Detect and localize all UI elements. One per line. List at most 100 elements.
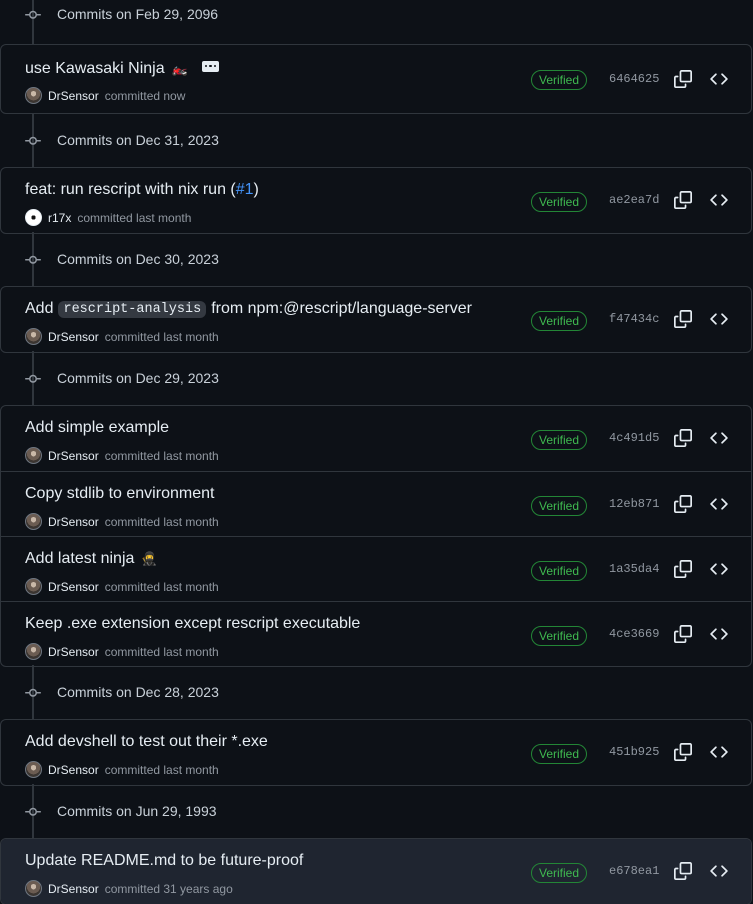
ellipsis-icon[interactable] bbox=[201, 60, 219, 72]
code-icon[interactable] bbox=[710, 743, 728, 761]
copy-icon[interactable] bbox=[674, 429, 692, 447]
commit-sha[interactable]: e678ea1 bbox=[609, 864, 659, 878]
commit-row: Add latest ninja 🥷 DrSensor committed la… bbox=[1, 536, 751, 601]
commit-title-link[interactable]: Add devshell to test out their *.exe bbox=[25, 733, 268, 751]
commit-time: committed last month bbox=[104, 579, 219, 594]
verified-badge[interactable]: Verified bbox=[531, 744, 588, 764]
commit-title-link[interactable]: Keep .exe extension except rescript exec… bbox=[25, 615, 360, 633]
commit-title-link[interactable]: Add simple example bbox=[25, 419, 169, 437]
commit-row: Copy stdlib to environment DrSensor comm… bbox=[1, 471, 751, 536]
commit-title-link[interactable]: Update README.md to be future-proof bbox=[25, 852, 303, 870]
inline-code: rescript-analysis bbox=[58, 300, 207, 318]
commit-time: committed 31 years ago bbox=[104, 881, 233, 896]
avatar[interactable] bbox=[25, 447, 42, 464]
avatar[interactable] bbox=[25, 87, 42, 104]
avatar[interactable] bbox=[25, 643, 42, 660]
commit-title: Add rescript-analysis from npm:@rescript… bbox=[25, 300, 472, 318]
commit-author[interactable]: DrSensor bbox=[48, 763, 99, 777]
copy-icon[interactable] bbox=[674, 495, 692, 513]
copy-icon[interactable] bbox=[674, 743, 692, 761]
verified-badge[interactable]: Verified bbox=[531, 430, 588, 450]
commit-meta: DrSensor committed 31 years ago bbox=[25, 880, 233, 897]
copy-icon[interactable] bbox=[674, 862, 692, 880]
date-group-label: Commits on Dec 28, 2023 bbox=[57, 684, 219, 700]
commit-meta: DrSensor committed last month bbox=[25, 513, 219, 530]
commit-title-link[interactable]: use Kawasaki Ninja bbox=[25, 60, 165, 78]
commit-meta: DrSensor committed last month bbox=[25, 447, 219, 464]
commit-meta: r17x committed last month bbox=[25, 209, 191, 226]
commit-sha[interactable]: 6464625 bbox=[609, 72, 659, 86]
code-icon[interactable] bbox=[710, 495, 728, 513]
commit-sha[interactable]: 4ce3669 bbox=[609, 627, 659, 641]
avatar[interactable] bbox=[25, 209, 42, 226]
commit-group: Add simple example DrSensor committed la… bbox=[0, 405, 752, 667]
commit-author[interactable]: DrSensor bbox=[48, 645, 99, 659]
commit-title-link[interactable]: Add latest ninja bbox=[25, 550, 134, 568]
copy-icon[interactable] bbox=[674, 310, 692, 328]
git-commit-icon bbox=[25, 10, 41, 19]
copy-icon[interactable] bbox=[674, 70, 692, 88]
git-commit-icon bbox=[25, 374, 41, 383]
code-icon[interactable] bbox=[710, 310, 728, 328]
commit-sha[interactable]: 4c491d5 bbox=[609, 431, 659, 445]
pull-request-link[interactable]: #1 bbox=[236, 181, 254, 198]
code-icon[interactable] bbox=[710, 191, 728, 209]
commit-sha[interactable]: ae2ea7d bbox=[609, 193, 659, 207]
date-group-header: Commits on Feb 29, 2096 bbox=[0, 3, 753, 27]
code-icon[interactable] bbox=[710, 560, 728, 578]
commit-sha[interactable]: f47434c bbox=[609, 312, 659, 326]
commit-title-link[interactable]: feat: run rescript with nix run (#1) bbox=[25, 181, 259, 199]
commit-author[interactable]: r17x bbox=[48, 211, 71, 225]
verified-badge[interactable]: Verified bbox=[531, 496, 588, 516]
commit-title: Copy stdlib to environment bbox=[25, 485, 214, 503]
commit-time: committed last month bbox=[104, 448, 219, 463]
commit-title-end: ) bbox=[253, 181, 259, 198]
avatar[interactable] bbox=[25, 578, 42, 595]
commit-sha[interactable]: 12eb871 bbox=[609, 497, 659, 511]
date-group-label: Commits on Dec 31, 2023 bbox=[57, 132, 219, 148]
avatar[interactable] bbox=[25, 328, 42, 345]
avatar[interactable] bbox=[25, 880, 42, 897]
commit-time: committed last month bbox=[104, 514, 219, 529]
code-icon[interactable] bbox=[710, 70, 728, 88]
commit-row: Update README.md to be future-proof DrSe… bbox=[1, 839, 751, 904]
date-group-header: Commits on Dec 29, 2023 bbox=[0, 367, 753, 391]
commit-author[interactable]: DrSensor bbox=[48, 580, 99, 594]
commit-author[interactable]: DrSensor bbox=[48, 89, 99, 103]
code-icon[interactable] bbox=[710, 862, 728, 880]
commit-author[interactable]: DrSensor bbox=[48, 449, 99, 463]
verified-badge[interactable]: Verified bbox=[531, 561, 588, 581]
ninja-emoji: 🥷 bbox=[141, 551, 158, 566]
verified-badge[interactable]: Verified bbox=[531, 863, 588, 883]
code-icon[interactable] bbox=[710, 625, 728, 643]
commit-group: Add rescript-analysis from npm:@rescript… bbox=[0, 286, 752, 353]
commit-title-text[interactable]: Add bbox=[25, 300, 53, 318]
verified-badge[interactable]: Verified bbox=[531, 626, 588, 646]
commit-title-text[interactable]: feat: run rescript with nix run ( bbox=[25, 181, 236, 198]
commit-row: use Kawasaki Ninja 🏍️ DrSensor committed… bbox=[1, 45, 751, 113]
commit-title-link[interactable]: Copy stdlib to environment bbox=[25, 485, 214, 503]
verified-badge[interactable]: Verified bbox=[531, 192, 588, 212]
commit-sha[interactable]: 451b925 bbox=[609, 745, 659, 759]
copy-icon[interactable] bbox=[674, 625, 692, 643]
commit-author[interactable]: DrSensor bbox=[48, 330, 99, 344]
avatar[interactable] bbox=[25, 761, 42, 778]
commit-title: Update README.md to be future-proof bbox=[25, 852, 303, 870]
copy-icon[interactable] bbox=[674, 191, 692, 209]
commit-title: Add simple example bbox=[25, 419, 169, 437]
git-commit-icon bbox=[25, 688, 41, 697]
verified-badge[interactable]: Verified bbox=[531, 70, 588, 90]
code-icon[interactable] bbox=[710, 429, 728, 447]
commit-title-end[interactable]: from npm:@rescript/language-server bbox=[211, 300, 472, 318]
copy-icon[interactable] bbox=[674, 560, 692, 578]
commit-author[interactable]: DrSensor bbox=[48, 515, 99, 529]
commit-sha[interactable]: 1a35da4 bbox=[609, 562, 659, 576]
commit-group: Update README.md to be future-proof DrSe… bbox=[0, 838, 752, 904]
git-commit-icon bbox=[25, 136, 41, 145]
verified-badge[interactable]: Verified bbox=[531, 311, 588, 331]
motorcycle-emoji: 🏍️ bbox=[171, 61, 188, 76]
avatar[interactable] bbox=[25, 513, 42, 530]
commit-meta: DrSensor committed last month bbox=[25, 578, 219, 595]
commit-meta: DrSensor committed last month bbox=[25, 761, 219, 778]
commit-author[interactable]: DrSensor bbox=[48, 882, 99, 896]
